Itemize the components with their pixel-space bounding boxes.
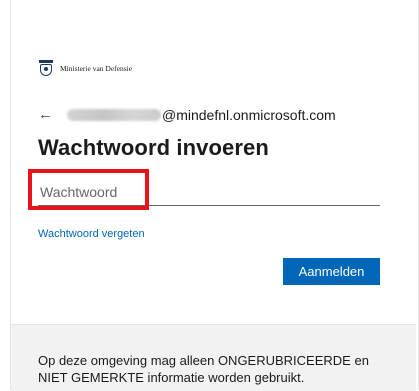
signin-button[interactable]: Aanmelden: [283, 258, 380, 285]
brand-name: Ministerie van Defensie: [60, 63, 133, 73]
page-title: Wachtwoord invoeren: [38, 135, 269, 160]
email-domain: @mindefnl.onmicrosoft.com: [162, 106, 336, 123]
brand-header: Ministerie van Defensie: [38, 58, 132, 78]
redacted-username: [67, 108, 161, 121]
rijksoverheid-crest-icon: [38, 58, 54, 78]
notice-text: Op deze omgeving mag alleen ONGERUBRICEE…: [38, 353, 369, 385]
back-arrow-icon[interactable]: ←: [38, 106, 53, 123]
identity-row: ← @mindefnl.onmicrosoft.com: [38, 106, 336, 123]
forgot-password-link[interactable]: Wachtwoord vergeten: [38, 228, 145, 240]
password-field[interactable]: [38, 178, 380, 206]
